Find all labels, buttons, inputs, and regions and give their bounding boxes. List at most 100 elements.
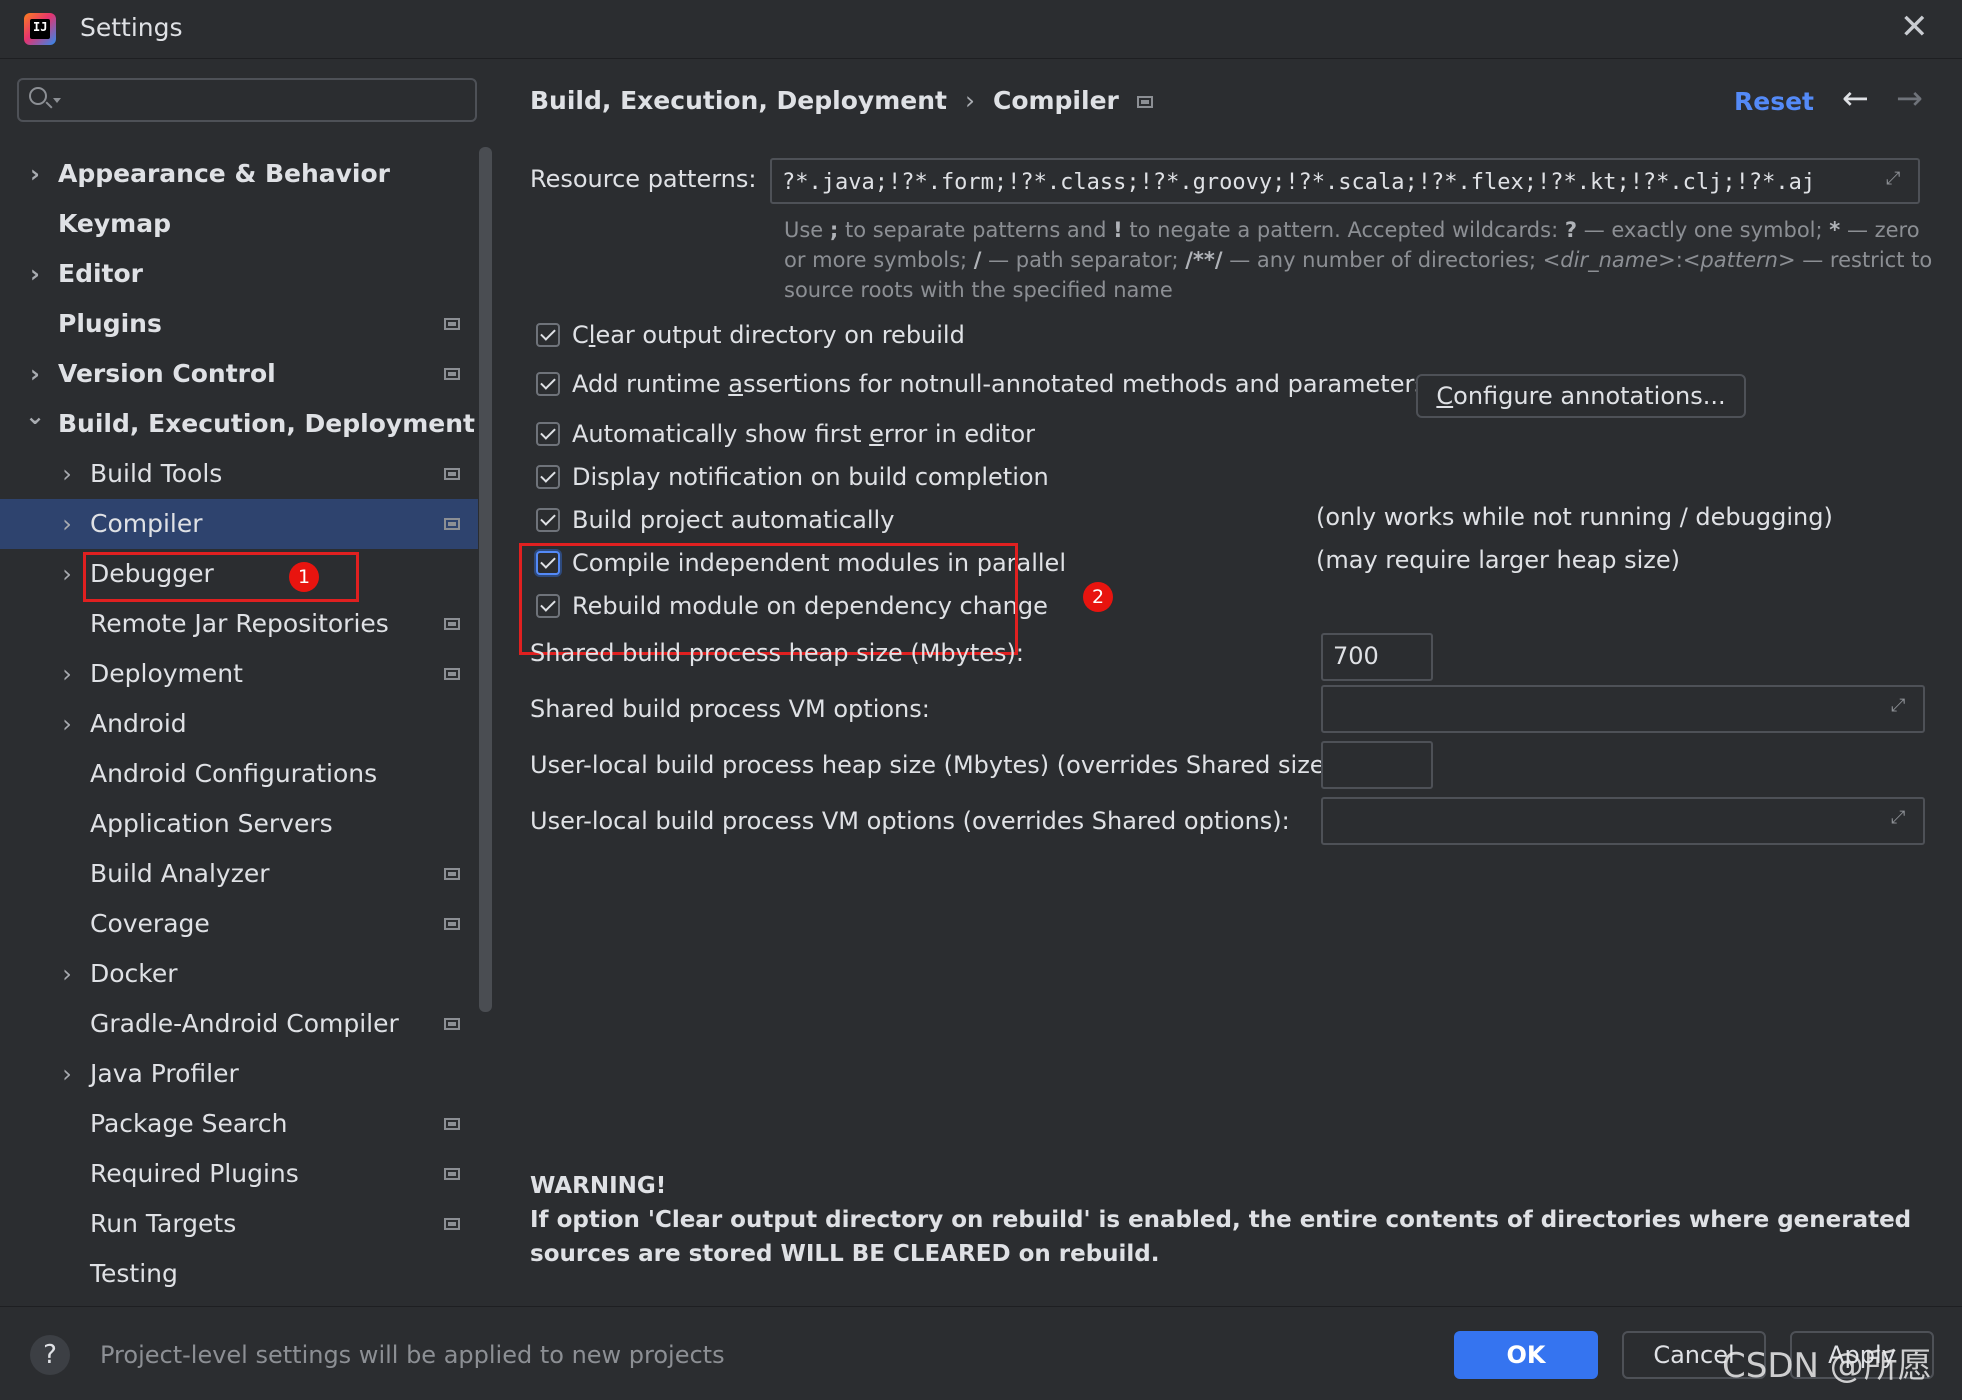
sidebar-item-label: Build, Execution, Deployment [58,409,475,438]
sidebar-item-debugger[interactable]: › Debugger [0,549,478,599]
user-heap-size-field[interactable] [1321,741,1433,789]
close-icon[interactable]: ✕ [1900,10,1929,44]
runtime-assertions-checkbox[interactable] [536,372,560,396]
project-scope-icon [1136,96,1153,108]
sidebar-item-package-search[interactable]: Package Search [0,1099,478,1149]
project-scope-icon [444,468,460,480]
sidebar-item-version-control[interactable]: › Version Control [0,349,478,399]
sidebar-item-appearance-behavior[interactable]: › Appearance & Behavior [0,149,478,199]
sidebar-item-keymap[interactable]: Keymap [0,199,478,249]
chevron-down-icon[interactable]: ⌄ [25,391,45,441]
sidebar-item-label: Android Configurations [90,759,378,788]
sidebar-item-label: Appearance & Behavior [58,159,390,188]
heap-size-value: 700 [1333,642,1379,670]
expand-field-icon[interactable]: ⤢ [1891,809,1909,827]
sidebar-item-run-targets[interactable]: Run Targets [0,1199,478,1249]
heap-size-field[interactable]: 700 [1321,633,1433,681]
parallel-compile-note: (may require larger heap size) [1316,546,1680,574]
build-notification-checkbox[interactable] [536,465,560,489]
user-vm-options-field[interactable]: ⤢ [1321,797,1925,845]
settings-tree: › Appearance & Behavior Keymap › Editor Plugi… [0,149,478,1299]
chevron-right-icon[interactable]: › [25,249,45,299]
sidebar-item-label: Build Analyzer [90,859,270,888]
chevron-right-icon[interactable]: › [57,949,77,999]
chevron-right-icon[interactable]: › [57,1049,77,1099]
parallel-compile-checkbox[interactable] [536,551,560,575]
sidebar-item-editor[interactable]: › Editor [0,249,478,299]
rebuild-module-checkbox[interactable] [536,594,560,618]
sidebar-item-required-plugins[interactable]: Required Plugins [0,1149,478,1199]
sidebar-item-build-analyzer[interactable]: Build Analyzer [0,849,478,899]
help-button[interactable]: ? [30,1335,70,1375]
sidebar-item-deployment[interactable]: › Deployment [0,649,478,699]
chevron-right-icon[interactable]: › [57,649,77,699]
expand-field-icon[interactable]: ⤢ [1886,170,1904,188]
sidebar-item-compiler[interactable]: › Compiler [0,499,478,549]
sidebar-item-remote-jar-repositories[interactable]: Remote Jar Repositories [0,599,478,649]
project-scope-icon [444,518,460,530]
user-heap-size-label: User-local build process heap size (Mbyt… [530,751,1343,779]
chevron-right-icon[interactable]: › [57,499,77,549]
title-bar: IJ Settings ✕ [0,0,1962,59]
project-scope-icon [444,668,460,680]
sidebar-item-label: Compiler [90,509,203,538]
configure-annotations-button[interactable]: Configure annotations... [1416,374,1746,418]
sidebar-item-java-profiler[interactable]: › Java Profiler [0,1049,478,1099]
sidebar-item-label: Java Profiler [90,1059,239,1088]
sidebar-item-gradle-android-compiler[interactable]: Gradle-Android Compiler [0,999,478,1049]
sidebar-item-label: Testing [90,1259,178,1288]
build-automatically-checkbox[interactable] [536,508,560,532]
user-vm-options-label: User-local build process VM options (ove… [530,807,1290,835]
clear-output-checkbox[interactable] [536,323,560,347]
search-icon [29,87,47,105]
sidebar-item-application-servers[interactable]: Application Servers [0,799,478,849]
sidebar-item-label: Package Search [90,1109,288,1138]
sidebar-item-build-execution-deployment[interactable]: ⌄ Build, Execution, Deployment [0,399,478,449]
back-arrow-icon[interactable]: ← [1842,79,1869,117]
resource-patterns-field[interactable]: ?*.java;!?*.form;!?*.class;!?*.groovy;!?… [770,158,1920,204]
heap-size-label: Shared build process heap size (Mbytes): [530,639,1024,667]
reset-link[interactable]: Reset [1734,87,1814,116]
sidebar-item-android[interactable]: › Android [0,699,478,749]
sidebar-item-label: Run Targets [90,1209,237,1238]
chevron-right-icon[interactable]: › [25,149,45,199]
sidebar-item-android-configurations[interactable]: Android Configurations [0,749,478,799]
warning-message: WARNING! If option 'Clear output directo… [530,1169,1940,1271]
sidebar-item-label: Debugger [90,559,214,588]
sidebar-item-label: Application Servers [90,809,333,838]
sidebar-item-label: Keymap [58,209,172,238]
sidebar-item-label: Android [90,709,187,738]
warning-text: If option 'Clear output directory on reb… [530,1207,1912,1267]
chevron-right-icon[interactable]: › [57,699,77,749]
project-scope-icon [444,1118,460,1130]
vm-options-field[interactable]: ⤢ [1321,685,1925,733]
expand-field-icon[interactable]: ⤢ [1891,697,1909,715]
ok-button[interactable]: OK [1454,1331,1598,1379]
search-options-dropdown-icon[interactable] [53,98,61,103]
settings-search-input[interactable] [17,78,477,122]
annotation-badge-2: 2 [1083,582,1113,612]
breadcrumb: Build, Execution, Deployment › Compiler [530,86,1153,115]
breadcrumb-parent[interactable]: Build, Execution, Deployment [530,86,947,115]
sidebar-item-build-tools[interactable]: › Build Tools [0,449,478,499]
build-automatically-note: (only works while not running / debuggin… [1316,503,1833,531]
sidebar-item-label: Required Plugins [90,1159,299,1188]
show-first-error-checkbox[interactable] [536,422,560,446]
project-scope-icon [444,618,460,630]
resource-patterns-help: Use ; to separate patterns and ! to nega… [784,218,1933,302]
forward-arrow-icon[interactable]: → [1896,79,1923,117]
sidebar-scrollbar[interactable] [479,147,492,1012]
sidebar-item-label: Deployment [90,659,243,688]
sidebar-item-plugins[interactable]: Plugins [0,299,478,349]
settings-sidebar: › Appearance & Behavior Keymap › Editor Plugi… [0,59,495,1306]
project-scope-icon [444,1168,460,1180]
sidebar-item-coverage[interactable]: Coverage [0,899,478,949]
chevron-right-icon[interactable]: › [57,549,77,599]
intellij-logo-icon: IJ [24,13,56,45]
sidebar-item-testing[interactable]: Testing [0,1249,478,1299]
sidebar-item-label: Coverage [90,909,210,938]
project-scope-icon [444,918,460,930]
sidebar-item-docker[interactable]: › Docker [0,949,478,999]
chevron-right-icon[interactable]: › [57,449,77,499]
sidebar-item-label: Editor [58,259,143,288]
